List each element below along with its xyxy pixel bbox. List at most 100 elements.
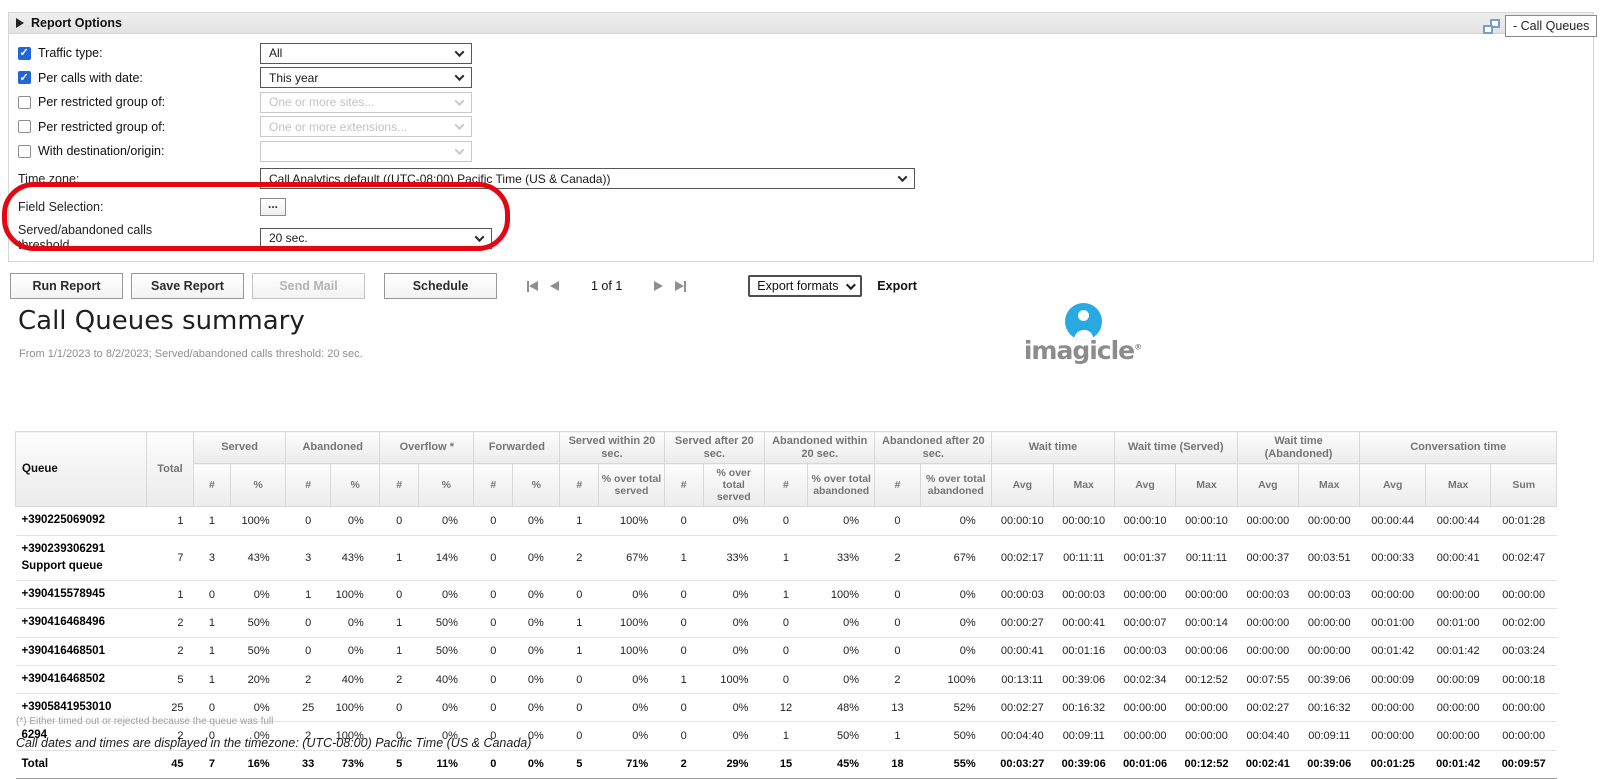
column-group-header: Abandoned within 20 sec. xyxy=(764,432,875,464)
table-cell: 00:01:28 xyxy=(1491,507,1557,535)
queue-name-cell: +390416468502 xyxy=(16,665,147,693)
option-select[interactable]: One or more sites... xyxy=(260,92,472,113)
table-cell: 00:13:11 xyxy=(992,665,1053,693)
table-cell: 00:00:41 xyxy=(1425,535,1490,581)
field-selection-button[interactable]: ... xyxy=(260,198,286,216)
table-cell: 00:00:00 xyxy=(1237,507,1298,535)
table-cell: 00:01:37 xyxy=(1114,535,1175,581)
export-button[interactable]: Export xyxy=(877,279,917,293)
column-group-header: Served xyxy=(194,432,286,464)
column-group-header: Abandoned xyxy=(286,432,380,464)
report-options-header[interactable]: Report Options - Call Queues xyxy=(9,13,1593,34)
next-page-button[interactable] xyxy=(654,281,663,291)
table-cell: 3 xyxy=(286,535,331,581)
queue-name-cell: +390416468501 xyxy=(16,637,147,665)
table-cell: 40% xyxy=(419,665,474,693)
option-label: Per restricted group of: xyxy=(38,95,260,109)
option-select[interactable]: This year xyxy=(260,67,472,88)
pagination: 1 of 1 xyxy=(521,279,692,293)
option-select[interactable]: All xyxy=(260,43,472,64)
table-cell: 00:00:00 xyxy=(1299,609,1360,637)
table-cell: 100% xyxy=(599,637,664,665)
column-group-header: Wait time (Served) xyxy=(1114,432,1237,464)
table-cell: 0 xyxy=(560,722,599,750)
table-cell: 00:00:00 xyxy=(1491,722,1557,750)
table-cell: 1 xyxy=(380,637,419,665)
threshold-select[interactable]: 20 sec. xyxy=(260,228,492,249)
column-subheader: % over total abandoned xyxy=(920,464,992,507)
table-cell: 0% xyxy=(920,609,992,637)
save-report-button[interactable]: Save Report xyxy=(131,273,244,299)
table-cell: 0% xyxy=(920,637,992,665)
table-cell: 0% xyxy=(807,507,875,535)
table-cell: 0 xyxy=(286,609,331,637)
report-selector-box[interactable]: - Call Queues xyxy=(1505,15,1597,37)
table-cell: 100% xyxy=(703,665,764,693)
table-cell: 00:00:00 xyxy=(1425,694,1490,722)
table-cell: 00:00:44 xyxy=(1425,507,1490,535)
table-cell: 00:00:10 xyxy=(992,507,1053,535)
table-cell: 00:07:55 xyxy=(1237,665,1298,693)
table-cell: 5 xyxy=(560,750,599,778)
checkbox[interactable] xyxy=(18,120,31,133)
table-cell: 0% xyxy=(513,637,560,665)
table-cell: 00:00:09 xyxy=(1425,665,1490,693)
table-cell: 0% xyxy=(703,507,764,535)
table-cell: 0 xyxy=(286,507,331,535)
queue-row: +39022506909211100%00%00%00%1100%00%00%0… xyxy=(16,507,1557,535)
option-row: Per restricted group of:One or more site… xyxy=(18,90,1593,115)
table-cell: 00:00:00 xyxy=(1176,722,1237,750)
collapse-arrow-icon[interactable] xyxy=(16,18,24,28)
option-select[interactable]: One or more extensions... xyxy=(260,116,472,137)
checkbox[interactable] xyxy=(18,145,31,158)
table-cell: 1 xyxy=(380,535,419,581)
table-cell: 52% xyxy=(920,694,992,722)
table-cell: 50% xyxy=(230,609,285,637)
table-cell: 100% xyxy=(599,609,664,637)
send-mail-button[interactable]: Send Mail xyxy=(252,273,365,299)
schedule-button[interactable]: Schedule xyxy=(384,273,497,299)
table-cell: 00:00:03 xyxy=(1053,581,1114,609)
table-cell: 00:00:00 xyxy=(1425,581,1490,609)
table-cell: 00:02:17 xyxy=(992,535,1053,581)
table-cell: 1 xyxy=(764,722,807,750)
table-cell: 1 xyxy=(286,581,331,609)
option-select[interactable] xyxy=(260,141,472,162)
timezone-select[interactable]: Call Analytics default ((UTC-08:00) Paci… xyxy=(260,168,915,189)
export-formats-select[interactable]: Export formats xyxy=(748,275,862,297)
table-cell: 7 xyxy=(146,535,193,581)
table-cell: 00:01:42 xyxy=(1425,750,1490,778)
table-cell: 0% xyxy=(599,722,664,750)
table-cell: 0% xyxy=(419,507,474,535)
table-cell: 0 xyxy=(474,609,513,637)
table-cell: 100% xyxy=(331,694,380,722)
page-title: Call Queues summary xyxy=(18,306,305,336)
table-cell: 0% xyxy=(513,750,560,778)
table-cell: 0% xyxy=(807,609,875,637)
table-cell: 3 xyxy=(194,535,231,581)
column-subheader: % xyxy=(331,464,380,507)
prev-page-button[interactable] xyxy=(550,281,559,291)
total-label-cell: Total xyxy=(16,750,147,778)
table-cell: 50% xyxy=(807,722,875,750)
table-cell: 00:00:00 xyxy=(1491,581,1557,609)
table-cell: 0 xyxy=(380,694,419,722)
checkbox[interactable] xyxy=(18,96,31,109)
table-cell: 00:00:00 xyxy=(1360,722,1425,750)
first-page-button[interactable] xyxy=(527,281,538,292)
chevron-down-icon xyxy=(898,172,908,182)
checkbox[interactable] xyxy=(18,47,31,60)
table-cell: 00:39:06 xyxy=(1053,750,1114,778)
restore-window-icon[interactable] xyxy=(1483,19,1500,34)
column-subheader: # xyxy=(474,464,513,507)
table-cell: 00:00:00 xyxy=(1237,637,1298,665)
table-cell: 0% xyxy=(599,694,664,722)
table-cell: 0 xyxy=(764,609,807,637)
last-page-button[interactable] xyxy=(675,281,686,292)
column-group-header: Wait time (Abandoned) xyxy=(1237,432,1360,464)
run-report-button[interactable]: Run Report xyxy=(10,273,123,299)
table-cell: 00:00:00 xyxy=(1360,694,1425,722)
checkbox[interactable] xyxy=(18,71,31,84)
table-cell: 00:00:00 xyxy=(1176,694,1237,722)
table-cell: 29% xyxy=(703,750,764,778)
